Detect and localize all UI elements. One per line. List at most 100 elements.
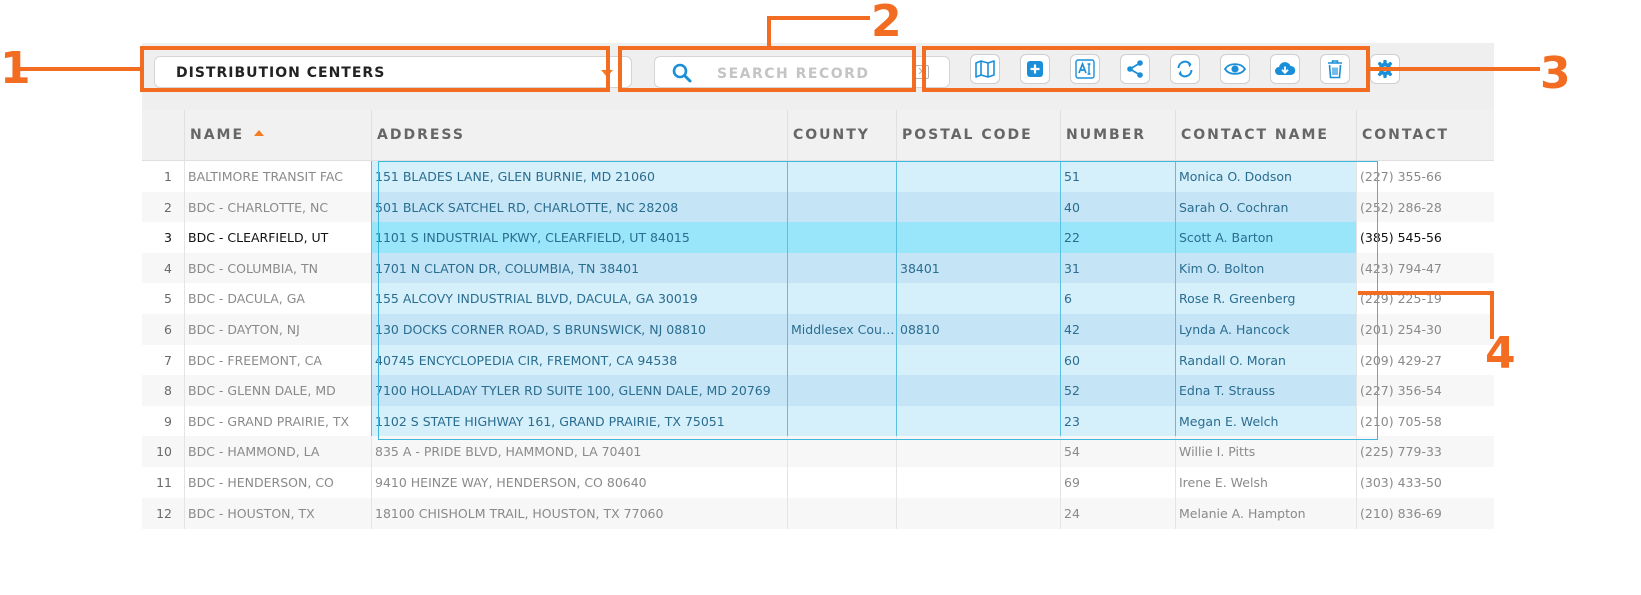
cell-contact-name[interactable]: Monica O. Dodson: [1175, 161, 1356, 192]
cell-county[interactable]: [787, 344, 896, 376]
cell-contact[interactable]: (225) 779-33: [1356, 436, 1494, 468]
cell-contact[interactable]: (227) 356-54: [1356, 375, 1494, 407]
table-row[interactable]: 10 BDC - HAMMOND, LA 835 A - PRIDE BLVD, H…: [142, 436, 1494, 468]
cell-county[interactable]: [787, 161, 896, 192]
cell-postal-code[interactable]: [896, 375, 1060, 407]
cell-name[interactable]: BALTIMORE TRANSIT FAC: [184, 161, 371, 192]
cell-name[interactable]: BDC - DAYTON, NJ: [184, 314, 371, 345]
cell-contact-name[interactable]: Scott A. Barton: [1175, 222, 1356, 254]
table-row[interactable]: 9 BDC - GRAND PRAIRIE, TX 1102 S STATE HIG…: [142, 405, 1494, 437]
cell-address[interactable]: 40745 ENCYCLOPEDIA CIR, FREMONT, CA 9453…: [371, 344, 787, 376]
cell-number[interactable]: 6: [1060, 283, 1175, 315]
cell-name[interactable]: BDC - GLENN DALE, MD: [184, 375, 371, 407]
table-row[interactable]: 8 BDC - GLENN DALE, MD 7100 HOLLADAY TYLER…: [142, 375, 1494, 407]
cell-contact-name[interactable]: Lynda A. Hancock: [1175, 314, 1356, 345]
table-row[interactable]: 6 BDC - DAYTON, NJ 130 DOCKS CORNER ROAD, …: [142, 314, 1494, 345]
cell-number[interactable]: 51: [1060, 161, 1175, 192]
cell-number[interactable]: 23: [1060, 405, 1175, 437]
cell-county[interactable]: [787, 191, 896, 223]
cell-postal-code[interactable]: [896, 405, 1060, 437]
cell-contact-name[interactable]: Willie I. Pitts: [1175, 436, 1356, 468]
cell-address[interactable]: 9410 HEINZE WAY, HENDERSON, CO 80640: [371, 467, 787, 498]
sort-ascending-icon[interactable]: [254, 130, 265, 136]
cell-contact[interactable]: (210) 705-58: [1356, 405, 1494, 437]
cell-name[interactable]: BDC - DACULA, GA: [184, 283, 371, 315]
cell-number[interactable]: 24: [1060, 497, 1175, 529]
table-row[interactable]: 2 BDC - CHARLOTTE, NC 501 BLACK SATCHEL RD…: [142, 191, 1494, 223]
cell-name[interactable]: BDC - HENDERSON, CO: [184, 467, 371, 498]
table-row[interactable]: 1 BALTIMORE TRANSIT FAC 151 BLADES LANE, G…: [142, 161, 1494, 192]
cell-address[interactable]: 151 BLADES LANE, GLEN BURNIE, MD 21060: [371, 161, 787, 192]
cell-postal-code[interactable]: [896, 467, 1060, 498]
table-row[interactable]: 12 BDC - HOUSTON, TX 18100 CHISHOLM TRAIL,…: [142, 497, 1494, 529]
table-row[interactable]: 11 BDC - HENDERSON, CO 9410 HEINZE WAY, HE…: [142, 467, 1494, 498]
cell-name[interactable]: BDC - HAMMOND, LA: [184, 436, 371, 468]
cell-number[interactable]: 22: [1060, 222, 1175, 254]
cell-number[interactable]: 40: [1060, 191, 1175, 223]
cell-number[interactable]: 54: [1060, 436, 1175, 468]
cell-contact[interactable]: (201) 254-30: [1356, 314, 1494, 345]
cell-address[interactable]: 7100 HOLLADAY TYLER RD SUITE 100, GLENN …: [371, 375, 787, 407]
cell-number[interactable]: 69: [1060, 467, 1175, 498]
cell-contact-name[interactable]: Kim O. Bolton: [1175, 252, 1356, 284]
cell-county[interactable]: [787, 467, 896, 498]
cell-name[interactable]: BDC - HOUSTON, TX: [184, 497, 371, 529]
column-header-county[interactable]: COUNTY: [787, 110, 896, 160]
cell-address[interactable]: 18100 CHISHOLM TRAIL, HOUSTON, TX 77060: [371, 497, 787, 529]
column-header-postal-code[interactable]: POSTAL CODE: [896, 110, 1060, 160]
cell-address[interactable]: 835 A - PRIDE BLVD, HAMMOND, LA 70401: [371, 436, 787, 468]
column-header-contact-name[interactable]: CONTACT NAME: [1175, 110, 1356, 160]
column-header-contact[interactable]: CONTACT: [1356, 110, 1494, 160]
cell-contact[interactable]: (227) 355-66: [1356, 161, 1494, 192]
cell-postal-code[interactable]: [896, 497, 1060, 529]
cell-contact-name[interactable]: Randall O. Moran: [1175, 344, 1356, 376]
column-header-address[interactable]: ADDRESS: [371, 110, 787, 160]
cell-postal-code[interactable]: [896, 436, 1060, 468]
cell-county[interactable]: Middlesex Cou…: [787, 314, 896, 345]
table-row[interactable]: 4 BDC - COLUMBIA, TN 1701 N CLATON DR, COL…: [142, 252, 1494, 284]
cell-address[interactable]: 130 DOCKS CORNER ROAD, S BRUNSWICK, NJ 0…: [371, 314, 787, 345]
cell-county[interactable]: [787, 497, 896, 529]
cell-contact[interactable]: (385) 545-56: [1356, 222, 1494, 254]
cell-postal-code[interactable]: 08810: [896, 314, 1060, 345]
cell-number[interactable]: 60: [1060, 344, 1175, 376]
cell-county[interactable]: [787, 405, 896, 437]
cell-contact[interactable]: (210) 836-69: [1356, 497, 1494, 529]
cell-county[interactable]: [787, 252, 896, 284]
cell-number[interactable]: 52: [1060, 375, 1175, 407]
cell-county[interactable]: [787, 222, 896, 254]
cell-contact-name[interactable]: Rose R. Greenberg: [1175, 283, 1356, 315]
cell-county[interactable]: [787, 436, 896, 468]
cell-address[interactable]: 1101 S INDUSTRIAL PKWY, CLEARFIELD, UT 8…: [371, 222, 787, 254]
cell-contact-name[interactable]: Sarah O. Cochran: [1175, 191, 1356, 223]
column-header-name[interactable]: NAME: [184, 110, 371, 160]
cell-postal-code[interactable]: [896, 283, 1060, 315]
cell-name[interactable]: BDC - FREEMONT, CA: [184, 344, 371, 376]
cell-postal-code[interactable]: [896, 222, 1060, 254]
cell-name[interactable]: BDC - CLEARFIELD, UT: [184, 222, 371, 254]
cell-postal-code[interactable]: [896, 191, 1060, 223]
cell-contact[interactable]: (209) 429-27: [1356, 344, 1494, 376]
table-row[interactable]: 5 BDC - DACULA, GA 155 ALCOVY INDUSTRIAL B…: [142, 283, 1494, 315]
cell-name[interactable]: BDC - GRAND PRAIRIE, TX: [184, 405, 371, 437]
cell-address[interactable]: 501 BLACK SATCHEL RD, CHARLOTTE, NC 2820…: [371, 191, 787, 223]
cell-name[interactable]: BDC - COLUMBIA, TN: [184, 252, 371, 284]
cell-postal-code[interactable]: [896, 344, 1060, 376]
cell-contact[interactable]: (423) 794-47: [1356, 252, 1494, 284]
cell-address[interactable]: 1102 S STATE HIGHWAY 161, GRAND PRAIRIE,…: [371, 405, 787, 437]
cell-county[interactable]: [787, 375, 896, 407]
cell-contact-name[interactable]: Megan E. Welch: [1175, 405, 1356, 437]
cell-postal-code[interactable]: [896, 161, 1060, 192]
cell-address[interactable]: 155 ALCOVY INDUSTRIAL BLVD, DACULA, GA 3…: [371, 283, 787, 315]
cell-contact[interactable]: (229) 225-19: [1356, 283, 1494, 315]
table-row[interactable]: 3 BDC - CLEARFIELD, UT 1101 S INDUSTRIAL P…: [142, 222, 1494, 254]
table-row[interactable]: 7 BDC - FREEMONT, CA 40745 ENCYCLOPEDIA CI…: [142, 344, 1494, 376]
cell-number[interactable]: 42: [1060, 314, 1175, 345]
cell-name[interactable]: BDC - CHARLOTTE, NC: [184, 191, 371, 223]
cell-address[interactable]: 1701 N CLATON DR, COLUMBIA, TN 38401: [371, 252, 787, 284]
cell-number[interactable]: 31: [1060, 252, 1175, 284]
cell-contact[interactable]: (252) 286-28: [1356, 191, 1494, 223]
cell-county[interactable]: [787, 283, 896, 315]
cell-contact-name[interactable]: Irene E. Welsh: [1175, 467, 1356, 498]
cell-contact-name[interactable]: Edna T. Strauss: [1175, 375, 1356, 407]
